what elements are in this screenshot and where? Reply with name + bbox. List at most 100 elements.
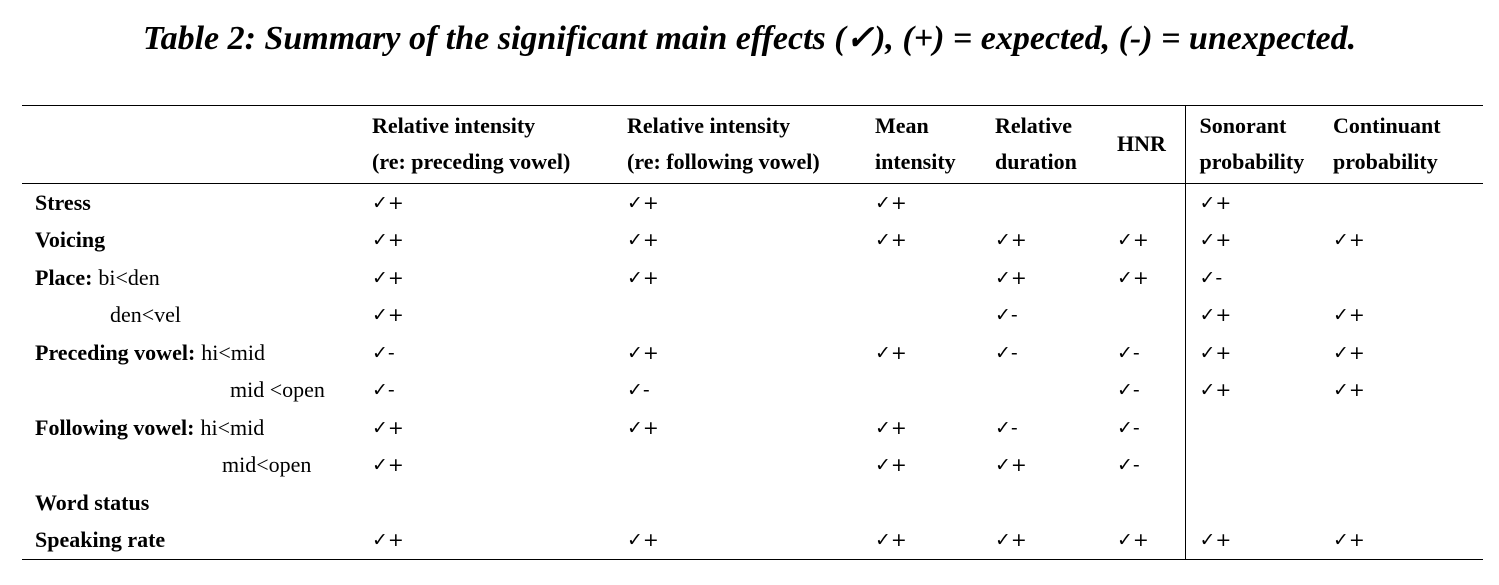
row-label: Following vowel: hi<mid [22, 409, 372, 447]
row-label-main: Place: [35, 264, 93, 290]
effect-cell [1333, 184, 1483, 222]
effect-cell: ✓+ [1199, 191, 1232, 214]
effect-cell: ✓+ [1333, 229, 1365, 252]
row-label: Preceding vowel: hi<mid [22, 334, 372, 372]
effect-cell: ✓+ [627, 266, 659, 289]
effect-cell: ✓+ [1333, 379, 1365, 402]
effect-cell: ✓+ [875, 341, 907, 364]
effect-cell [627, 297, 875, 335]
effect-cell: ✓+ [1199, 304, 1232, 327]
effect-cell [1333, 447, 1483, 485]
effect-cell: ✓+ [372, 529, 404, 552]
effect-cell: ✓- [1117, 371, 1186, 409]
effect-cell: ✓+ [627, 191, 659, 214]
effect-cell: ✓+ [1199, 341, 1232, 364]
effect-cell: ✓+ [372, 229, 404, 252]
effect-cell: ✓+ [875, 191, 907, 214]
header-row: Relative intensity (re: preceding vowel)… [22, 105, 1483, 184]
effect-cell [372, 484, 627, 522]
table-caption: Table 2: Summary of the significant main… [142, 20, 1357, 57]
effect-cell: ✓+ [1333, 529, 1365, 552]
effect-cell: ✓- [1117, 334, 1186, 372]
row-label-sub: hi<mid [200, 414, 265, 440]
column-header: Mean intensity [875, 113, 956, 174]
row-label: Word status [22, 484, 372, 522]
effect-cell [995, 484, 1117, 522]
effect-cell: ✓+ [1199, 379, 1232, 402]
effect-cell: ✓+ [995, 229, 1027, 252]
effect-cell: ✓- [1199, 266, 1223, 289]
effect-cell: ✓+ [372, 416, 404, 439]
row-label: den<vel [22, 297, 372, 335]
row-label: mid <open [22, 372, 372, 410]
row-label: Speaking rate [22, 522, 372, 560]
effect-cell: ✓- [372, 379, 395, 402]
effect-cell [627, 447, 875, 485]
effect-cell [627, 484, 875, 522]
effect-cell: ✓- [995, 416, 1018, 439]
effect-cell [1333, 259, 1483, 297]
effect-cell [1117, 183, 1186, 222]
row-label-main: Word status [35, 489, 150, 515]
row-label-main: Stress [35, 189, 91, 215]
column-header: Sonorant probability [1199, 113, 1305, 174]
table-row: Place: bi<den ✓+ ✓+ ✓+ ✓+ ✓- [22, 259, 1483, 297]
effects-table: Relative intensity (re: preceding vowel)… [22, 105, 1483, 560]
row-label-sub: bi<den [98, 264, 160, 290]
effect-cell: ✓+ [1117, 221, 1186, 259]
table-row: Voicing ✓+ ✓+ ✓+ ✓+ ✓+ ✓+ ✓+ [22, 221, 1483, 260]
effect-cell: ✓- [1117, 446, 1186, 484]
effect-cell [1185, 484, 1333, 522]
effect-cell: ✓+ [372, 304, 404, 327]
table-body: Stress ✓+ ✓+ ✓+ ✓+ Voicing ✓+ ✓+ ✓+ ✓+ ✓+ ✓+ ✓+ Place… [22, 183, 1483, 560]
effect-cell: ✓+ [875, 229, 907, 252]
effect-cell: ✓- [995, 341, 1018, 364]
effect-cell: ✓+ [995, 266, 1027, 289]
table-row: Preceding vowel: hi<mid ✓- ✓+ ✓+ ✓- ✓- ✓+ ✓+ [22, 334, 1483, 372]
effect-cell [1333, 409, 1483, 447]
effect-cell: ✓+ [1117, 259, 1186, 297]
row-label-main: Speaking rate [35, 527, 166, 553]
column-header: Relative intensity (re: preceding vowel) [372, 113, 571, 174]
effect-cell [1185, 409, 1333, 447]
effect-cell: ✓+ [875, 529, 907, 552]
effect-cell [995, 372, 1117, 410]
column-header: Relative duration [995, 113, 1077, 174]
table-row: Speaking rate ✓+ ✓+ ✓+ ✓+ ✓+ ✓+ ✓+ [22, 521, 1483, 560]
row-label-main: Preceding vowel: [35, 339, 196, 365]
row-label: Place: bi<den [22, 259, 372, 297]
row-label-main: Following vowel: [35, 414, 195, 440]
row-label: Voicing [22, 222, 372, 260]
table-row: Word status [22, 484, 1483, 522]
table-row: mid <open ✓- ✓- ✓- ✓+ ✓+ [22, 371, 1483, 410]
effect-cell: ✓+ [995, 454, 1027, 477]
effect-cell: ✓+ [372, 266, 404, 289]
effect-cell: ✓+ [627, 416, 659, 439]
effect-cell: ✓+ [372, 454, 404, 477]
row-label: mid<open [22, 447, 372, 485]
table-row: den<vel ✓+ ✓- ✓+ ✓+ [22, 296, 1483, 335]
effect-cell: ✓+ [1333, 304, 1365, 327]
effect-cell [875, 372, 995, 410]
row-label-sub: den<vel [110, 302, 182, 328]
effect-cell: ✓+ [995, 529, 1027, 552]
effect-cell [1185, 447, 1333, 485]
effect-cell [875, 484, 995, 522]
effect-cell: ✓+ [875, 416, 907, 439]
effect-cell: ✓+ [875, 454, 907, 477]
column-header: HNR [1117, 105, 1186, 184]
effect-cell [1117, 296, 1186, 334]
header-corner [22, 106, 372, 184]
effect-cell [995, 184, 1117, 222]
effect-cell [1117, 484, 1186, 522]
effect-cell: ✓- [627, 379, 650, 402]
effect-cell: ✓- [995, 304, 1018, 327]
effect-cell: ✓+ [627, 529, 659, 552]
column-header: Continuant probability [1333, 113, 1441, 174]
effect-cell: ✓+ [372, 191, 404, 214]
effect-cell: ✓+ [627, 341, 659, 364]
effect-cell: ✓+ [1333, 341, 1365, 364]
effect-cell [875, 297, 995, 335]
effect-cell: ✓+ [627, 229, 659, 252]
column-header: Relative intensity (re: following vowel) [627, 113, 820, 174]
